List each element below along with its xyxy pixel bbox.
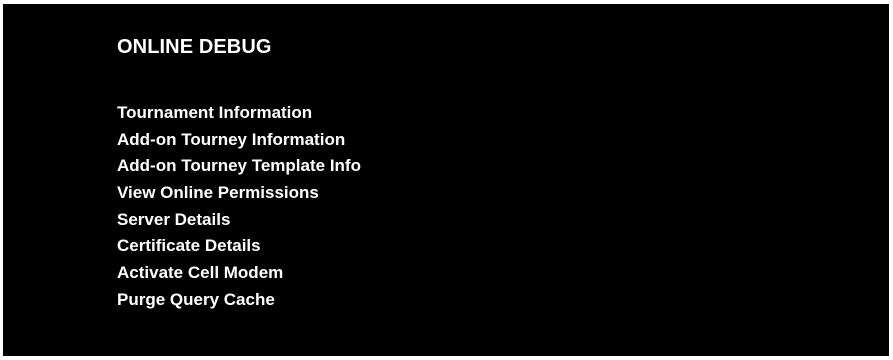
- page-title: ONLINE DEBUG: [117, 36, 272, 58]
- menu-item-addon-tourney-template-info[interactable]: Add-on Tourney Template Info: [117, 153, 361, 180]
- menu-item-certificate-details[interactable]: Certificate Details: [117, 233, 361, 260]
- menu-item-activate-cell-modem[interactable]: Activate Cell Modem: [117, 260, 361, 287]
- menu-item-purge-query-cache[interactable]: Purge Query Cache: [117, 287, 361, 314]
- debug-screen: ONLINE DEBUG Tournament Information Add-…: [3, 4, 889, 356]
- menu-item-tournament-information[interactable]: Tournament Information: [117, 100, 361, 127]
- menu-item-view-online-permissions[interactable]: View Online Permissions: [117, 180, 361, 207]
- debug-menu: Tournament Information Add-on Tourney In…: [117, 100, 361, 314]
- menu-item-server-details[interactable]: Server Details: [117, 207, 361, 234]
- menu-item-addon-tourney-information[interactable]: Add-on Tourney Information: [117, 127, 361, 154]
